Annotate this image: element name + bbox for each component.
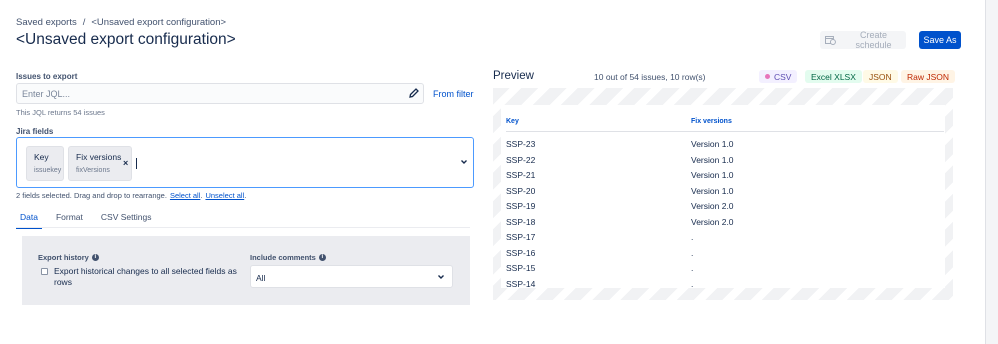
data-settings-panel: Export history i Export historical chang… (22, 236, 470, 305)
export-history-checkbox[interactable] (41, 268, 48, 275)
cell-fix-versions: . (691, 263, 694, 273)
jql-input[interactable] (16, 83, 424, 104)
field-chip-id: issuekey (34, 167, 62, 174)
separator-dot: . (200, 191, 203, 200)
cell-key: SSP-16 (506, 247, 536, 258)
table-row: SSP-22 Version 1.0 (506, 153, 944, 169)
cell-fix-versions: . (691, 247, 694, 258)
table-row: SSP-17. (506, 230, 944, 246)
page-title: <Unsaved export configuration> (16, 31, 236, 48)
cell-key: SSP-19 (506, 201, 536, 211)
table-row: SSP-14. (506, 277, 944, 293)
end-dot: . (244, 191, 247, 200)
format-badge-raw-json[interactable]: Raw JSON (901, 70, 956, 83)
fields-count-text: 2 fields selected. Drag and drop to rear… (16, 191, 167, 200)
preview-title: Preview (493, 70, 534, 82)
preview-frame: Key Fix versions SSP-23 Version 1.0 SSP-22… (493, 88, 953, 300)
jira-fields-select[interactable]: Key issuekey Fix versions fixVersions × (16, 137, 474, 188)
issues-to-export-label: Issues to export (16, 72, 78, 81)
chevron-down-icon (438, 275, 444, 279)
breadcrumb-saved-exports[interactable]: Saved exports (16, 17, 77, 28)
breadcrumb: Saved exports / <Unsaved export configur… (16, 17, 226, 28)
table-row: SSP-23 Version 1.0 (506, 137, 944, 153)
remove-field-icon[interactable]: × (123, 158, 128, 168)
save-as-button[interactable]: Save As (919, 31, 961, 49)
table-row: SSP-18 Version 2.0 (506, 215, 944, 231)
create-schedule-label: Create schedule (855, 30, 892, 50)
column-header-key: Key (506, 118, 519, 125)
cell-fix-versions: Version 1.0 (691, 154, 734, 165)
cell-key: SSP-20 (506, 185, 536, 196)
include-comments-select[interactable]: All (250, 265, 453, 288)
text-cursor (136, 158, 137, 169)
field-chip-name: Fix versions (76, 152, 122, 162)
format-label: CSV (774, 71, 792, 82)
right-side-panel (985, 0, 998, 344)
cell-key: SSP-22 (506, 154, 536, 165)
preview-table: Key Fix versions SSP-23 Version 1.0 SSP-22… (501, 105, 945, 289)
export-history-label: Export history (38, 253, 89, 262)
chevron-down-icon[interactable] (460, 158, 468, 166)
fields-selection-info: 2 fields selected. Drag and drop to rear… (16, 191, 246, 200)
info-icon[interactable]: i (318, 254, 326, 261)
table-row: SSP-19 Version 2.0 (506, 199, 944, 215)
table-row: SSP-21 Version 1.0 (506, 168, 944, 184)
field-chip-id: fixVersions (76, 167, 110, 174)
include-comments-title: Include comments i (250, 253, 326, 262)
info-icon[interactable]: i (91, 254, 99, 261)
format-badge-xlsx[interactable]: Excel XLSX (805, 70, 862, 83)
cell-key: SSP-14 (506, 278, 536, 289)
export-history-checkbox-label[interactable]: Export historical changes to all selecte… (54, 266, 244, 288)
column-header-fix-versions: Fix versions (691, 118, 732, 125)
calendar-clock-icon (825, 36, 836, 45)
cell-fix-versions: Version 1.0 (691, 170, 734, 180)
field-chip-key[interactable]: Key issuekey (26, 146, 64, 181)
cell-key: SSP-17 (506, 232, 536, 242)
unselect-all-link[interactable]: Unselect all (205, 191, 244, 200)
export-history-title: Export history i (38, 253, 99, 262)
table-header: Key Fix versions (506, 118, 944, 132)
cell-fix-versions: Version 2.0 (691, 216, 734, 227)
preview-count: 10 out of 54 issues, 10 row(s) (594, 72, 706, 82)
cell-fix-versions: Version 2.0 (691, 201, 734, 211)
cell-fix-versions: Version 1.0 (691, 185, 734, 196)
cell-fix-versions: . (691, 232, 694, 242)
cell-fix-versions: . (691, 278, 694, 289)
jira-fields-label: Jira fields (16, 127, 54, 136)
cell-fix-versions: Version 1.0 (691, 139, 734, 149)
table-row: SSP-15. (506, 261, 944, 277)
cell-key: SSP-21 (506, 170, 536, 180)
breadcrumb-current[interactable]: <Unsaved export configuration> (91, 17, 226, 28)
cell-key: SSP-23 (506, 139, 536, 149)
from-filter-link[interactable]: From filter (433, 89, 474, 99)
select-all-link[interactable]: Select all (170, 191, 200, 200)
selected-dot-icon (765, 74, 770, 79)
jql-helper-text: This JQL returns 54 issues (16, 108, 105, 117)
field-chip-name: Key (34, 152, 49, 162)
format-badge-json[interactable]: JSON (863, 70, 898, 83)
breadcrumb-separator: / (82, 17, 86, 28)
include-comments-label: Include comments (250, 253, 316, 262)
pencil-icon[interactable] (408, 87, 420, 99)
create-schedule-button[interactable]: Create schedule (820, 30, 906, 50)
include-comments-value: All (256, 273, 266, 283)
format-badge-csv[interactable]: CSV (759, 70, 798, 83)
cell-key: SSP-18 (506, 216, 536, 227)
table-row: SSP-20 Version 1.0 (506, 184, 944, 200)
table-row: SSP-16. (506, 246, 944, 262)
tabs-divider (16, 227, 470, 228)
cell-key: SSP-15 (506, 263, 536, 273)
